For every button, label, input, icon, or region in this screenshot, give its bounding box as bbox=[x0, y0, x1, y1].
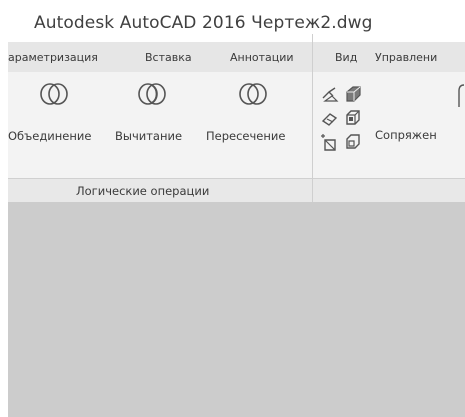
solid-edit-panel-footer bbox=[313, 178, 465, 202]
tab-manage[interactable]: Управлени bbox=[375, 51, 437, 64]
intersect-icon bbox=[239, 83, 267, 105]
drawing-area[interactable] bbox=[8, 202, 465, 417]
tab-parametrization[interactable]: араметризация bbox=[8, 51, 98, 64]
tab-annotations[interactable]: Аннотации bbox=[230, 51, 294, 64]
panel-divider bbox=[312, 34, 313, 202]
autocad-window: Autodesk AutoCAD 2016 Чертеж2.dwg арамет… bbox=[8, 0, 465, 417]
extract-edges-icon[interactable] bbox=[320, 84, 340, 104]
fillet-icon[interactable] bbox=[456, 83, 465, 109]
boolean-panel-title: Логические операции bbox=[76, 184, 210, 198]
subtract-button[interactable]: Вычитание bbox=[115, 82, 182, 143]
ribbon-panel: Объединение Вычитание Пересечение Логиче… bbox=[8, 72, 465, 202]
extrude-face-icon[interactable] bbox=[343, 84, 363, 104]
subtract-label: Вычитание bbox=[115, 129, 183, 143]
union-label: Объединение bbox=[8, 129, 92, 143]
ribbon-tab-bar: араметризация Вставка Аннотации Вид Упра… bbox=[8, 42, 465, 72]
tab-view[interactable]: Вид bbox=[335, 51, 357, 64]
intersect-label: Пересечение bbox=[206, 129, 286, 143]
union-button[interactable]: Объединение bbox=[8, 82, 91, 143]
title-bar: Autodesk AutoCAD 2016 Чертеж2.dwg bbox=[8, 0, 465, 42]
eraser-icon[interactable] bbox=[320, 108, 340, 128]
boolean-panel-footer: Логические операции bbox=[8, 178, 312, 202]
intersect-button[interactable]: Пересечение bbox=[206, 82, 285, 143]
window-title: Autodesk AutoCAD 2016 Чертеж2.dwg bbox=[34, 13, 373, 33]
fillet-label[interactable]: Сопряжен bbox=[375, 128, 437, 142]
solid-box-icon[interactable] bbox=[343, 108, 363, 128]
shell-icon[interactable] bbox=[343, 132, 363, 152]
union-icon bbox=[40, 83, 68, 105]
tab-insert[interactable]: Вставка bbox=[145, 51, 192, 64]
subtract-icon bbox=[138, 83, 166, 105]
slice-icon[interactable] bbox=[320, 132, 340, 152]
